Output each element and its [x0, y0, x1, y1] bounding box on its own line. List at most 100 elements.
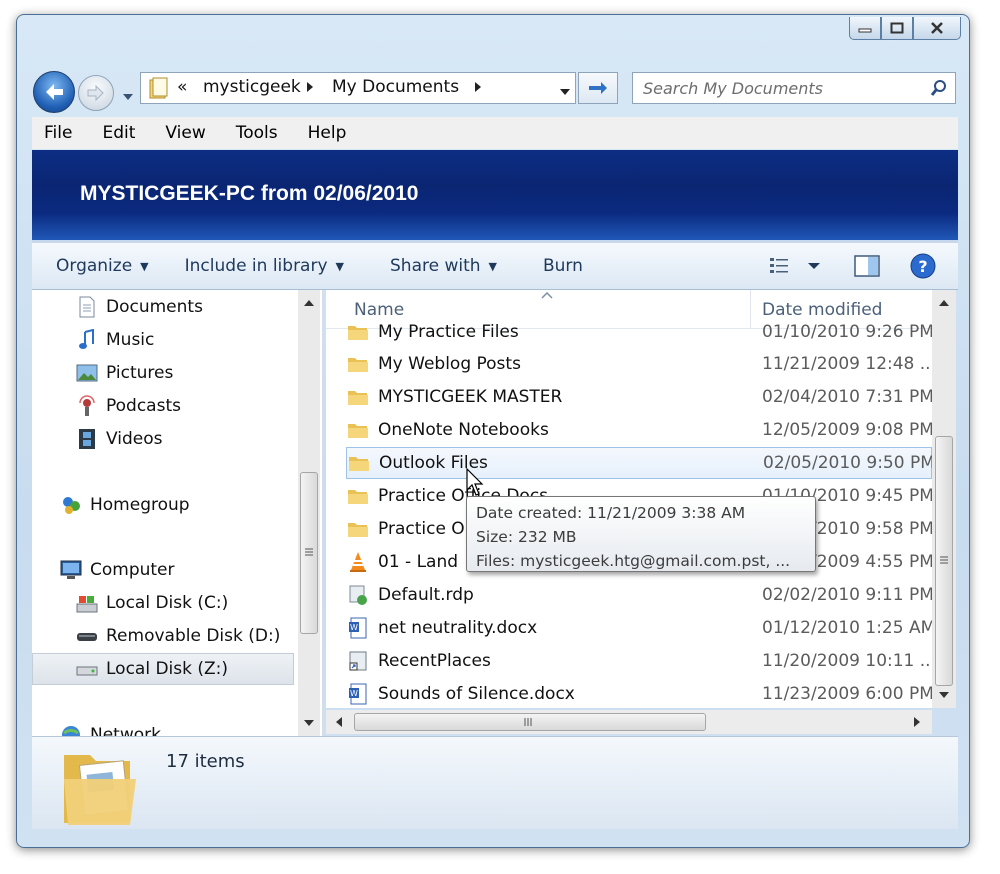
menu-help[interactable]: Help [308, 123, 347, 143]
computer-icon [60, 559, 82, 581]
file-name: MYSTICGEEK MASTER [378, 387, 563, 407]
file-date: 01/10/2010 9:26 PM [762, 322, 932, 342]
nav-item-podcasts[interactable]: Podcasts [76, 391, 181, 421]
file-row[interactable]: Default.rdp 02/02/2010 9:11 PM [346, 579, 932, 611]
file-row[interactable]: Wnet neutrality.docx 01/12/2010 1:25 AM [346, 612, 932, 644]
breadcrumb-my-documents[interactable]: My Documents [332, 77, 459, 97]
navigation-pane: Documents Music Pictures Podcasts Videos… [32, 290, 323, 736]
search-input[interactable] [633, 77, 923, 99]
folder-icon [346, 385, 370, 409]
nav-item-label: Pictures [106, 363, 174, 383]
search-box[interactable] [632, 72, 956, 104]
address-bar[interactable]: « mysticgeek My Documents [140, 72, 576, 104]
scroll-up-icon[interactable] [938, 298, 950, 308]
scroll-down-icon[interactable] [303, 718, 315, 728]
nav-item-videos[interactable]: Videos [76, 424, 163, 454]
nav-item-documents[interactable]: Documents [76, 292, 203, 322]
nav-pane-scrollbar[interactable] [298, 290, 320, 736]
file-row-hovered[interactable]: Outlook Files 02/05/2010 9:50 PM [346, 447, 932, 479]
preview-pane-icon [854, 255, 880, 277]
file-scroll-thumb[interactable] [935, 436, 953, 686]
hscroll-thumb[interactable] [354, 713, 706, 731]
tooltip-files: Files: mysticgeek.htg@gmail.com.pst, ... [476, 552, 791, 570]
file-row[interactable]: W Sounds of Silence.docx 11/23/2009 6:00 P… [346, 678, 932, 708]
scroll-down-icon[interactable] [938, 690, 950, 700]
maximize-icon [890, 22, 904, 34]
nav-item-computer[interactable]: Computer [60, 555, 175, 585]
file-name: Sounds of Silence.docx [378, 684, 575, 704]
scroll-left-icon[interactable] [334, 716, 344, 728]
file-date: 01/12/2010 1:25 AM [762, 618, 932, 638]
podcast-icon [76, 395, 98, 417]
nav-item-music[interactable]: Music [76, 325, 154, 355]
folder-icon [346, 484, 370, 508]
back-button[interactable] [33, 71, 75, 113]
menu-tools[interactable]: Tools [236, 123, 278, 143]
burn-button[interactable]: Burn [543, 256, 583, 276]
address-dropdown-icon[interactable] [559, 82, 571, 102]
maximize-button[interactable] [881, 17, 913, 40]
file-list-hscrollbar[interactable] [326, 710, 932, 734]
nav-item-label: Local Disk (C:) [106, 593, 229, 613]
forward-button[interactable] [78, 75, 114, 111]
recent-pages-button[interactable] [121, 87, 135, 106]
minimize-button[interactable] [849, 17, 881, 40]
share-with-label: Share with [390, 256, 481, 276]
file-date: 02/04/2010 7:31 PM [762, 387, 932, 407]
file-row[interactable]: OneNote Notebooks 12/05/2009 9:08 PM [346, 414, 932, 446]
scroll-right-icon[interactable] [912, 716, 922, 728]
file-name: Practice O [378, 519, 465, 539]
chevron-down-icon: ▼ [335, 259, 344, 273]
grip-icon [940, 556, 948, 564]
document-icon [76, 296, 98, 318]
system-drive-icon [76, 592, 98, 614]
file-row[interactable]: RecentPlaces 11/20/2009 10:11 ... [346, 645, 932, 677]
menu-edit[interactable]: Edit [102, 123, 135, 143]
menu-view[interactable]: View [165, 123, 205, 143]
file-name: My Practice Files [378, 322, 519, 342]
file-row[interactable]: My Weblog Posts 11/21/2009 12:48 ... [346, 348, 932, 380]
file-row[interactable]: My Practice Files 01/10/2010 9:26 PM [346, 316, 932, 348]
nav-item-local-disk-z[interactable]: Local Disk (Z:) [76, 654, 228, 684]
pictures-icon [76, 362, 98, 384]
file-name: My Weblog Posts [378, 354, 521, 374]
view-options-button[interactable] [768, 255, 828, 282]
nav-item-homegroup[interactable]: Homegroup [60, 490, 190, 520]
organize-button[interactable]: Organize ▼ [56, 256, 149, 276]
grip-icon [524, 718, 532, 726]
folder-info-tooltip: Date created: 11/21/2009 3:38 AM Size: 2… [466, 496, 816, 572]
nav-item-label: Homegroup [90, 495, 190, 515]
file-date: 11/21/2009 12:48 ... [762, 354, 932, 374]
preview-pane-button[interactable] [854, 254, 880, 283]
close-button[interactable] [913, 17, 961, 40]
nav-item-network[interactable]: Network [60, 720, 161, 736]
chevron-down-icon: ▼ [140, 259, 149, 273]
share-with-button[interactable]: Share with ▼ [390, 256, 497, 276]
shortcut-icon [346, 649, 370, 673]
menu-file[interactable]: File [44, 123, 72, 143]
breadcrumb-mysticgeek[interactable]: mysticgeek [203, 77, 301, 97]
file-list-scrollbar[interactable] [932, 290, 956, 708]
help-button[interactable]: ? [910, 253, 936, 284]
file-name: net neutrality.docx [378, 618, 538, 638]
nav-item-pictures[interactable]: Pictures [76, 358, 173, 388]
scroll-up-icon[interactable] [303, 298, 315, 308]
sort-ascending-icon [541, 292, 553, 299]
back-arrow-icon [46, 84, 63, 100]
file-row[interactable]: MYSTICGEEK MASTER 02/04/2010 7:31 PM [346, 381, 932, 413]
breadcrumb-separator-icon[interactable] [305, 79, 315, 99]
nav-item-label: Documents [106, 297, 203, 317]
folder-icon [346, 517, 370, 541]
vlc-cone-icon [346, 550, 370, 574]
nav-scroll-thumb[interactable] [300, 472, 318, 634]
search-icon[interactable] [923, 79, 955, 97]
breadcrumb-separator-icon[interactable] [473, 79, 483, 99]
breadcrumb-overflow[interactable]: « [177, 77, 187, 97]
nav-item-label: Music [106, 330, 155, 350]
nav-item-local-disk-c[interactable]: Local Disk (C:) [76, 588, 228, 618]
nav-item-removable-disk-d[interactable]: Removable Disk (D:) [76, 621, 280, 651]
banner-title: MYSTICGEEK-PC from 02/06/2010 [80, 182, 419, 205]
refresh-button[interactable] [578, 72, 618, 104]
include-in-library-button[interactable]: Include in library ▼ [185, 256, 344, 276]
folder-large-icon [64, 755, 136, 825]
